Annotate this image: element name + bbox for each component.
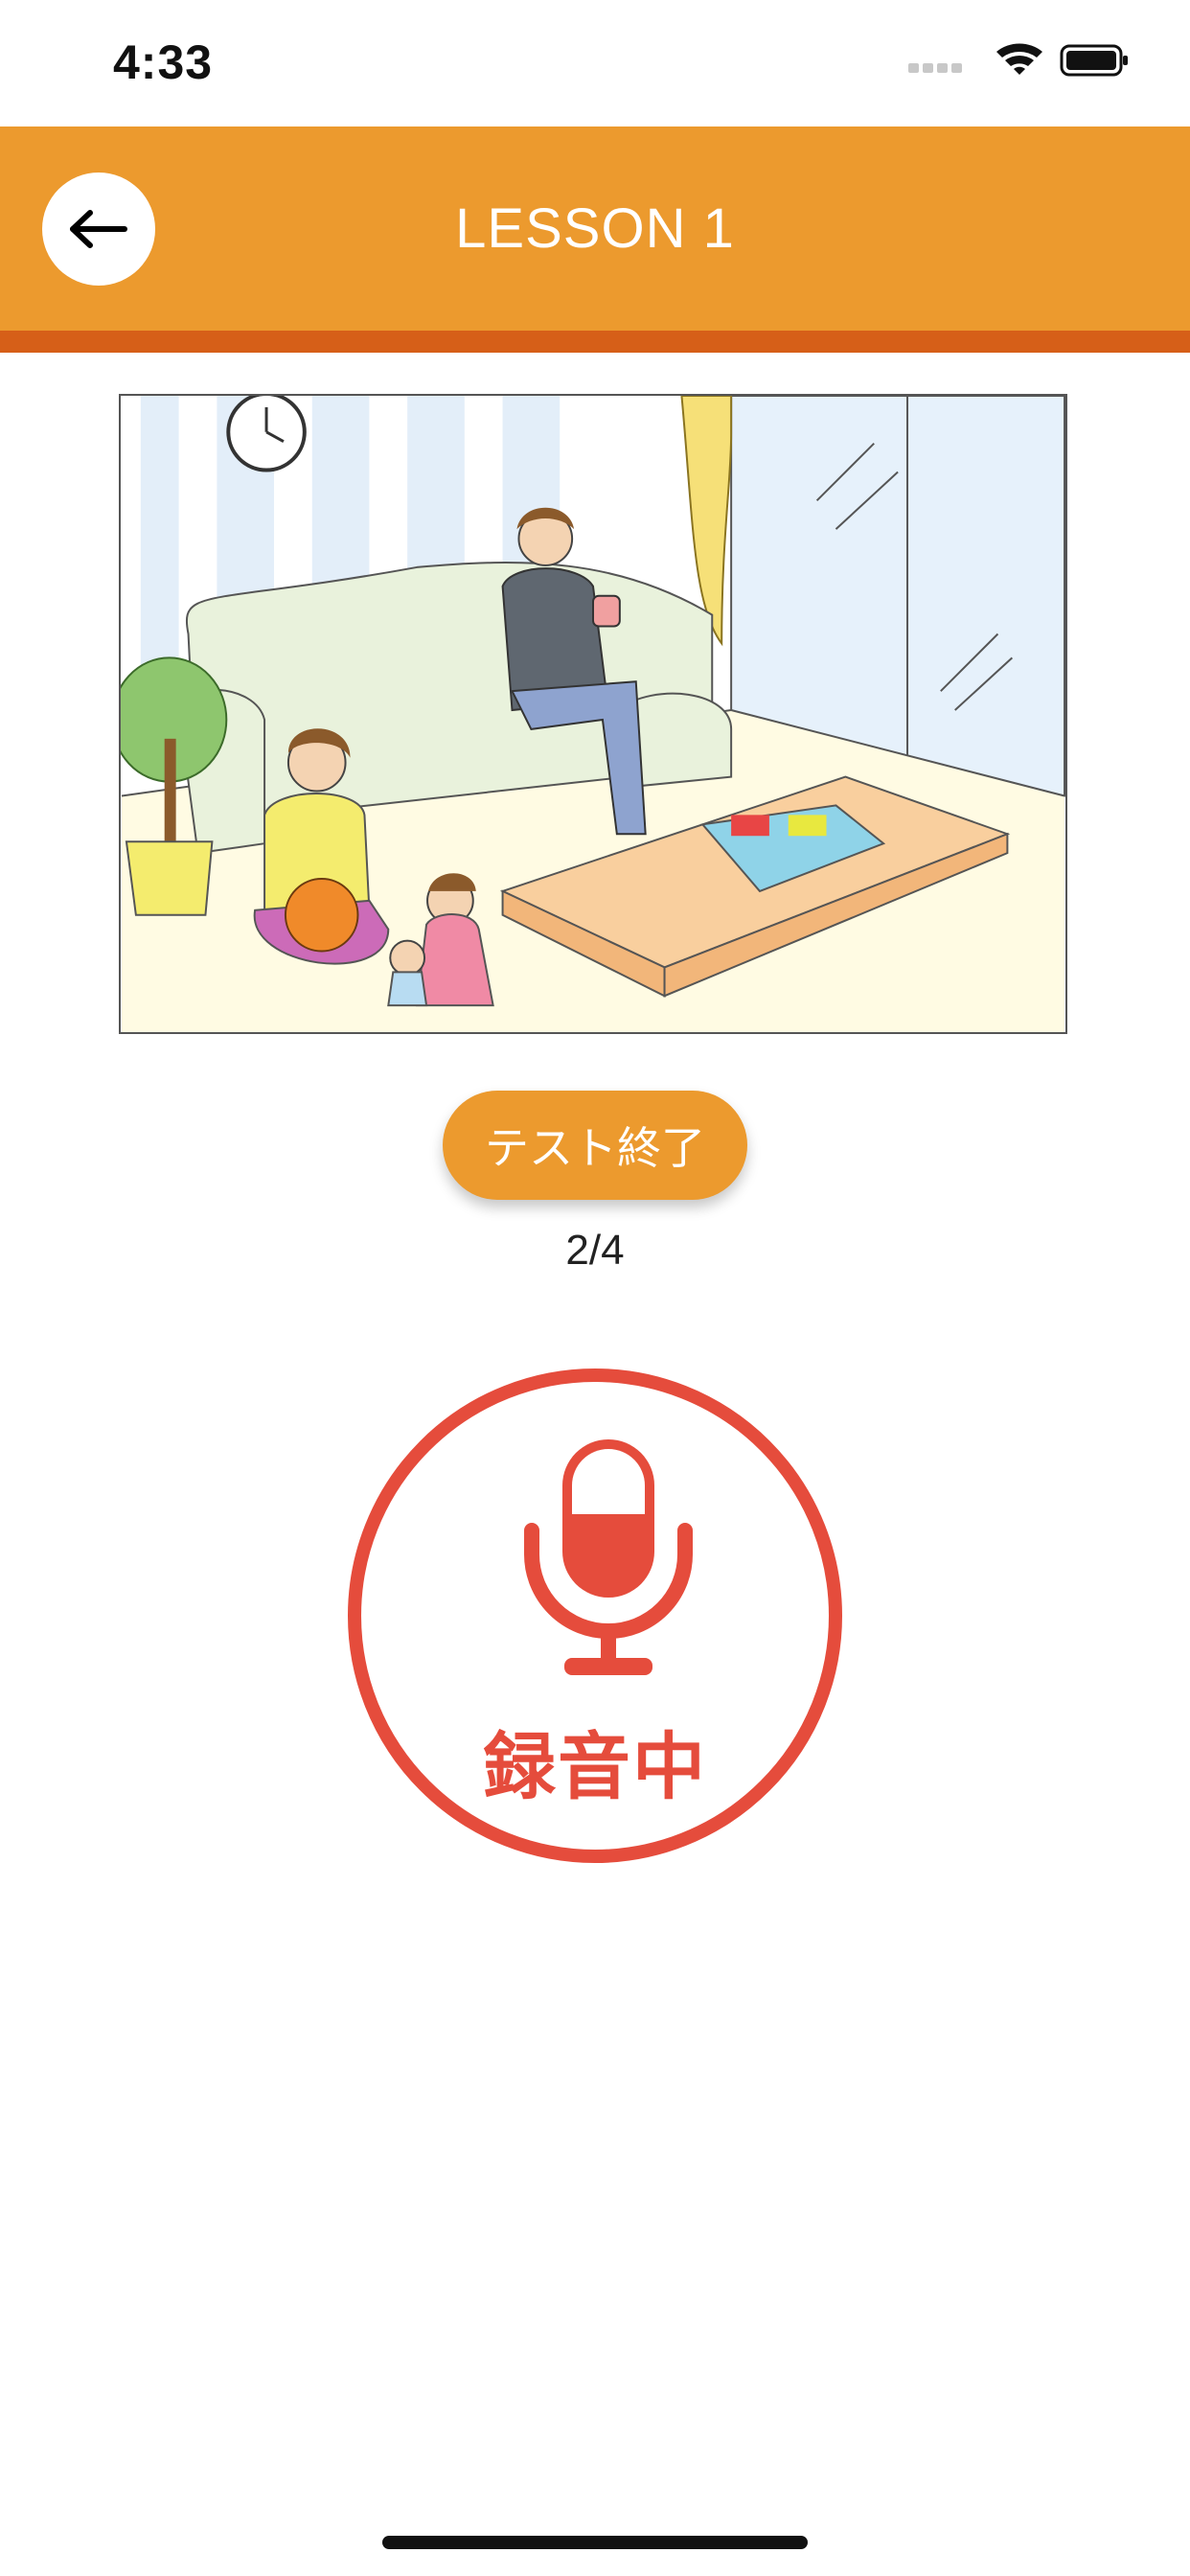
end-test-button[interactable]: テスト終了: [443, 1091, 747, 1200]
status-time: 4:33: [113, 35, 214, 89]
signal-icon: [908, 63, 962, 73]
progress-counter: 2/4: [565, 1227, 625, 1274]
back-button[interactable]: [42, 172, 155, 286]
microphone-icon: [524, 1439, 693, 1675]
home-indicator[interactable]: [382, 2536, 808, 2549]
status-icons: [908, 43, 1128, 77]
lesson-illustration: [119, 394, 1067, 1034]
battery-icon: [1060, 44, 1128, 77]
record-status-label: 録音中: [483, 1724, 707, 1809]
header-stripe: [0, 331, 1190, 353]
arrow-left-icon: [70, 210, 127, 248]
clock: [226, 396, 307, 472]
record-button[interactable]: 録音中: [348, 1368, 842, 1863]
status-bar: 4:33: [0, 0, 1190, 126]
page-title: LESSON 1: [455, 197, 735, 260]
wifi-icon: [996, 43, 1042, 75]
